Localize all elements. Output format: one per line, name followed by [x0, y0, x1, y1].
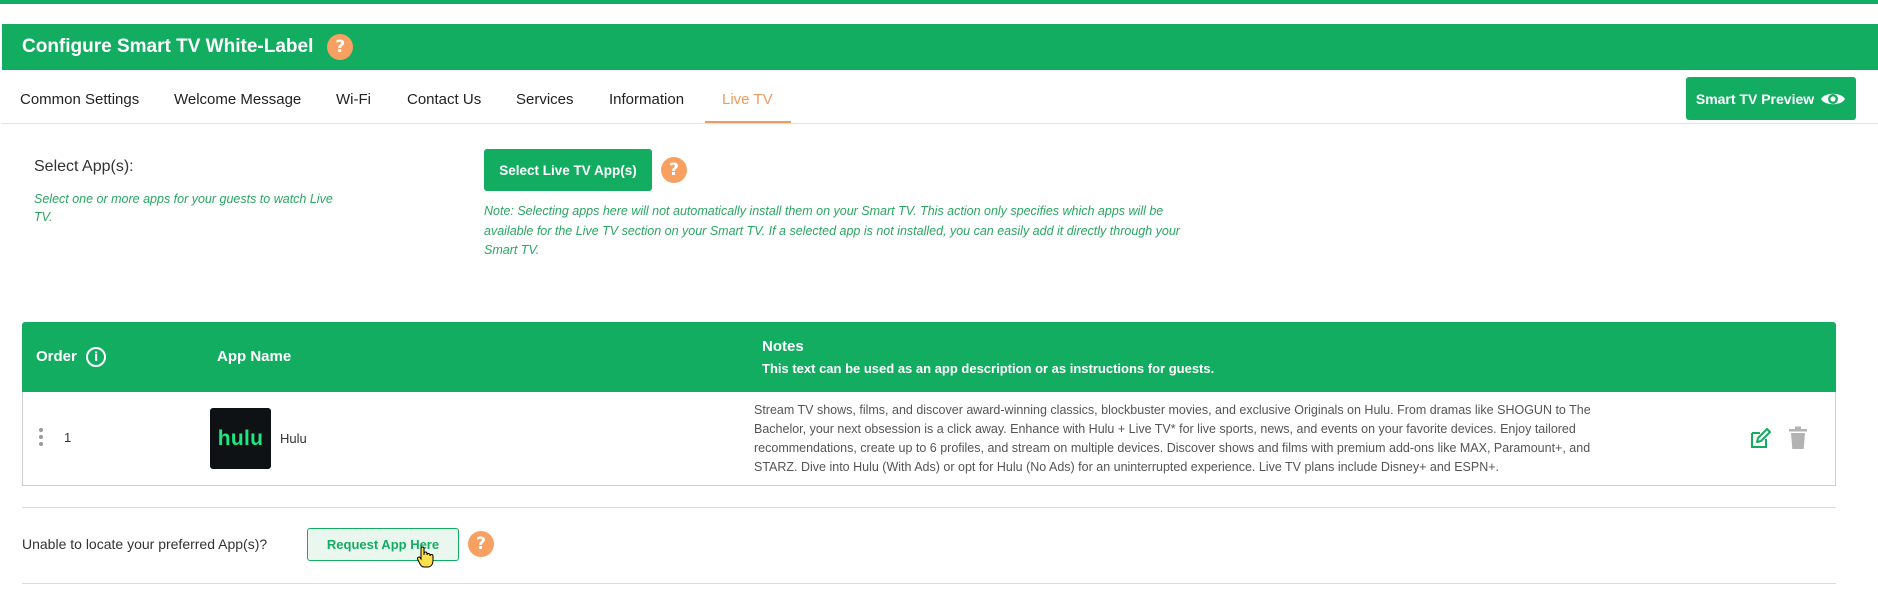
select-apps-note: Note: Selecting apps here will not autom…: [484, 204, 1180, 257]
tab-services[interactable]: Services: [516, 70, 574, 124]
trash-icon[interactable]: [1787, 426, 1809, 450]
page-title: Configure Smart TV White-Label: [22, 36, 314, 57]
hulu-logo: hulu: [210, 408, 271, 469]
order-info-icon[interactable]: i: [86, 347, 106, 367]
select-apps-help-icon[interactable]: ?: [661, 157, 687, 183]
select-live-tv-apps-button[interactable]: Select Live TV App(s): [484, 149, 652, 191]
request-help-icon[interactable]: ?: [468, 531, 494, 557]
active-tab-indicator: [705, 121, 791, 123]
notes-column-subheader: This text can be used as an app descript…: [762, 361, 1215, 376]
request-app-label: Unable to locate your preferred App(s)?: [22, 536, 268, 552]
row-order: 1: [64, 430, 72, 445]
hand-cursor-icon: [416, 546, 434, 568]
notes-column-header: Notes: [762, 338, 804, 355]
header-help-icon[interactable]: ?: [327, 34, 354, 60]
row-notes: Stream TV shows, films, and discover awa…: [754, 403, 1591, 474]
eye-icon: [1821, 93, 1846, 104]
tab-welcome-message[interactable]: Welcome Message: [174, 70, 301, 124]
tab-common-settings[interactable]: Common Settings: [20, 70, 139, 124]
app-name-column-header: App Name: [217, 348, 292, 365]
table-row: 1 hulu Hulu Stream TV shows, films, and …: [22, 392, 1836, 486]
edit-icon[interactable]: [1748, 427, 1772, 451]
row-app-name: Hulu: [280, 431, 307, 446]
smart-tv-preview-button[interactable]: Smart TV Preview: [1686, 77, 1856, 120]
tab-wifi[interactable]: Wi-Fi: [336, 70, 371, 124]
tab-information[interactable]: Information: [609, 70, 684, 124]
top-accent-line: [0, 0, 1878, 4]
tab-live-tv[interactable]: Live TV: [722, 70, 773, 124]
section-divider: [22, 507, 1836, 508]
table-header: Order i App Name Notes This text can be …: [22, 322, 1836, 392]
settings-tabs: Common Settings Welcome Message Wi-Fi Co…: [2, 70, 1878, 124]
preview-button-label: Smart TV Preview: [1695, 90, 1815, 107]
request-app-button[interactable]: Request App Here: [307, 528, 459, 561]
select-apps-label: Select App(s):: [34, 158, 134, 175]
live-tv-apps-table: Order i App Name Notes This text can be …: [22, 322, 1836, 486]
bottom-divider: [22, 583, 1836, 584]
page-header: Configure Smart TV White-Label ?: [2, 24, 1878, 70]
select-apps-hint: Select one or more apps for your guests …: [34, 192, 333, 224]
order-column-header: Order: [36, 348, 77, 365]
drag-handle-icon[interactable]: [39, 428, 43, 446]
tab-contact-us[interactable]: Contact Us: [407, 70, 481, 124]
